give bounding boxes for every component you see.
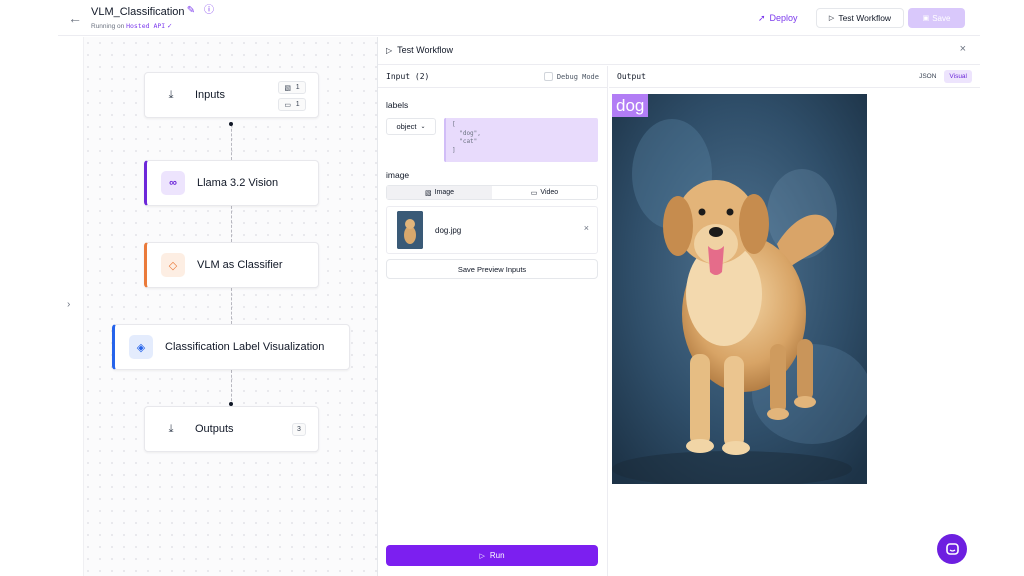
run-button[interactable]: ▷ Run [386,545,598,566]
left-collapsed-sidebar: › [58,37,84,576]
back-arrow-icon[interactable]: ← [66,9,84,27]
node-outputs-label: Outputs [195,423,234,435]
workflow-canvas[interactable]: ⤓ Inputs ▧ 1 ▭ 1 ∞ Llama 3.2 Vision ◇ VL… [58,37,378,576]
connector-line [231,124,232,160]
input-header: Input (2) Debug Mode [378,66,607,88]
outputs-count: 3 [297,426,301,433]
chat-icon [945,542,959,555]
image-section-label: image [386,170,410,180]
node-llama-vision[interactable]: ∞ Llama 3.2 Vision [144,160,319,206]
toggle-json[interactable]: JSON [914,70,941,83]
debug-label: Debug Mode [556,72,599,81]
tab-video[interactable]: ▭ Video [492,186,597,199]
test-workflow-panel: ▷ Test Workflow × Input (2) Debug Mode l… [378,37,980,576]
image-count-badge: ▧ 1 [278,81,306,94]
file-name: dog.jpg [435,226,462,235]
panel-title-text: Test Workflow [397,45,454,55]
predicted-class-label: dog [612,94,649,117]
chevron-down-icon: ⌄ [420,124,426,130]
running-status: Running on Hosted API ✓ [91,22,172,30]
deploy-label: Deploy [769,13,798,23]
connector-line [231,288,232,324]
play-icon: ▷ [386,45,393,55]
output-arrow-icon: ⤓ [168,422,174,435]
remove-file-icon[interactable]: × [584,223,589,233]
labels-type-select[interactable]: object ⌄ [386,118,436,135]
chat-support-button[interactable] [937,534,967,564]
output-header: Output JSON Visual [609,66,980,88]
text-param-icon: ▭ [284,101,291,109]
param-count-badge: ▭ 1 [278,98,306,111]
dog-photo [612,94,867,484]
node-llama-label: Llama 3.2 Vision [197,177,279,189]
save-icon: ▣ [922,15,930,22]
output-visualization-image: dog [612,94,867,484]
image-icon: ▧ [424,189,432,197]
help-icon[interactable]: ⓘ [203,5,215,17]
image-count: 1 [295,84,300,91]
node-inputs[interactable]: ⤓ Inputs ▧ 1 ▭ 1 [144,72,319,118]
run-label: Run [489,551,505,560]
top-bar: ← VLM_Classification ✎ ⓘ Running on Host… [58,0,980,36]
tab-video-label: Video [540,189,559,196]
media-type-tabs: ▧ Image ▭ Video [386,185,598,200]
toggle-visual[interactable]: Visual [944,70,972,83]
play-icon: ▷ [828,15,835,22]
running-target[interactable]: Hosted API [126,22,165,30]
uploaded-file: dog.jpg × [386,206,598,254]
rocket-icon: ➚ [758,12,766,23]
node-visualization-label: Classification Label Visualization [165,341,325,353]
tag-icon: ◇ [161,253,185,277]
deploy-button[interactable]: ➚ Deploy [758,10,798,26]
connector-dot [229,122,233,126]
save-label: Save [932,13,951,23]
labels-type-value: object [396,122,417,131]
output-header-text: Output [617,72,646,81]
labels-json-editor[interactable]: [ "dog", "cat" ] [444,118,598,162]
outputs-count-badge: 3 [292,423,306,436]
save-preview-inputs-button[interactable]: Save Preview Inputs [386,259,598,279]
close-icon[interactable]: × [960,43,966,55]
param-count: 1 [295,101,300,108]
debug-mode-toggle[interactable]: Debug Mode [543,72,599,81]
node-classifier-label: VLM as Classifier [197,259,283,271]
play-icon: ▷ [479,552,485,560]
running-prefix: Running on [91,23,125,30]
node-label-visualization[interactable]: ◈ Classification Label Visualization [112,324,350,370]
test-workflow-label: Test Workflow [838,13,892,23]
image-icon: ▧ [284,84,291,92]
output-column: Output JSON Visual dog [609,66,980,576]
download-icon: ⤓ [168,88,174,101]
node-vlm-classifier[interactable]: ◇ VLM as Classifier [144,242,319,288]
meta-logo-icon: ∞ [161,171,185,195]
connector-line [231,370,232,406]
video-icon: ▭ [530,189,538,197]
tab-image[interactable]: ▧ Image [387,186,492,199]
tab-image-label: Image [434,189,455,196]
labels-section-label: labels [386,100,409,110]
input-column: Input (2) Debug Mode labels object ⌄ [ "… [378,66,608,576]
chevron-right-icon[interactable]: › [67,299,70,310]
debug-checkbox[interactable] [543,72,553,81]
tags-icon: ◈ [129,335,153,359]
workflow-title: VLM_Classification [91,6,185,18]
panel-title: ▷ Test Workflow [386,45,453,55]
save-button[interactable]: ▣ Save [908,8,965,28]
output-view-toggle: JSON Visual [914,70,972,83]
node-outputs[interactable]: ⤓ Outputs 3 [144,406,319,452]
node-inputs-label: Inputs [195,89,225,101]
input-header-text: Input (2) [386,72,430,81]
edit-pencil-icon[interactable]: ✎ [185,5,197,17]
test-workflow-button[interactable]: ▷ Test Workflow [816,8,904,28]
panel-header: ▷ Test Workflow × [378,37,980,65]
connector-line [231,206,232,242]
app-frame: ← VLM_Classification ✎ ⓘ Running on Host… [58,0,980,576]
file-thumbnail [397,211,423,249]
check-icon: ✓ [167,23,173,30]
title-actions: ✎ ⓘ [185,5,215,17]
